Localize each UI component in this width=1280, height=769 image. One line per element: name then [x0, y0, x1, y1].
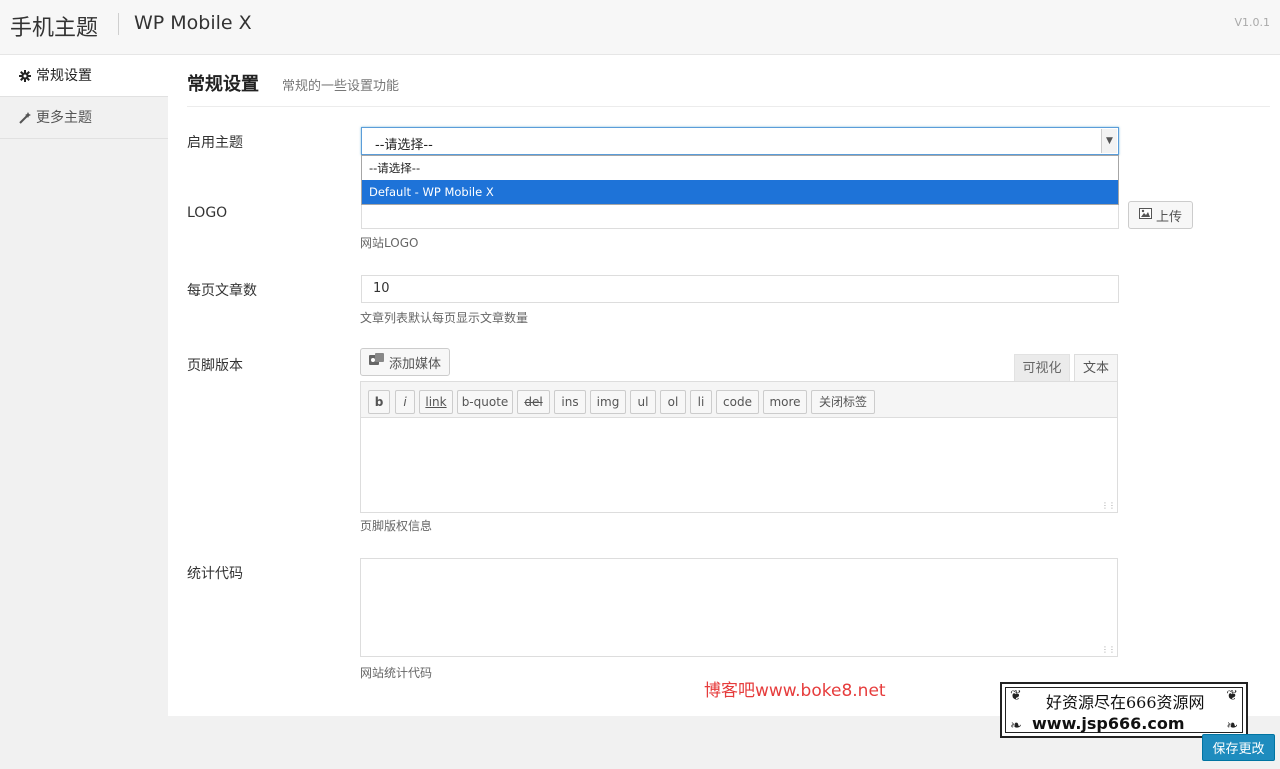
sidebar-item-more-themes[interactable]: 更多主题 [0, 97, 168, 139]
sidebar-item-general[interactable]: 常规设置 [0, 55, 168, 97]
settings-panel: 常规设置 常规的一些设置功能 启用主题 --请选择-- ▼ --请选择-- De… [168, 55, 1280, 716]
footer-help: 页脚版权信息 [360, 519, 433, 533]
watermark-badge: ❦ ❦ ❧ ❧ 好资源尽在666资源网 www.jsp666.com [1000, 682, 1248, 738]
quicktag-link-button[interactable]: link [419, 390, 453, 414]
ornament-icon: ❦ [1226, 688, 1238, 704]
logo-label: LOGO [187, 205, 228, 221]
chevron-down-icon[interactable]: ▼ [1101, 129, 1117, 153]
quicktag-more-button[interactable]: more [763, 390, 807, 414]
quicktag-img-button[interactable]: img [590, 390, 626, 414]
watermark-line-2: www.jsp666.com [1032, 714, 1185, 733]
save-changes-button[interactable]: 保存更改 [1202, 734, 1275, 761]
upload-button[interactable]: 上传 [1128, 201, 1193, 229]
quicktag-code-button[interactable]: code [716, 390, 759, 414]
footer-label: 页脚版本 [187, 358, 243, 374]
ornament-icon: ❧ [1010, 718, 1022, 734]
page-title: 常规设置 [187, 74, 259, 95]
theme-name: WP Mobile X [134, 12, 252, 34]
header-divider [118, 13, 119, 35]
theme-select-value: --请选择-- [375, 138, 433, 153]
app-title: 手机主题 [10, 16, 99, 41]
quicktag-bold-button[interactable]: b [368, 390, 390, 414]
media-icon [368, 353, 385, 371]
tab-visual[interactable]: 可视化 [1014, 354, 1070, 381]
stats-textarea[interactable]: ⋮⋮ [360, 558, 1118, 657]
tab-text[interactable]: 文本 [1074, 354, 1118, 381]
quicktag-bquote-button[interactable]: b-quote [457, 390, 513, 414]
quicktag-italic-button[interactable]: i [395, 390, 415, 414]
theme-label: 启用主题 [187, 135, 243, 151]
version-label: V1.0.1 [1234, 16, 1270, 29]
page-header: 常规设置 常规的一些设置功能 [187, 69, 1270, 107]
page-description: 常规的一些设置功能 [282, 79, 400, 94]
theme-select[interactable]: --请选择-- ▼ [361, 127, 1119, 155]
per-page-label: 每页文章数 [187, 283, 257, 299]
resize-handle-icon[interactable]: ⋮⋮ [1101, 501, 1116, 510]
quicktag-ul-button[interactable]: ul [630, 390, 656, 414]
ornament-icon: ❧ [1226, 718, 1238, 734]
image-icon [1138, 207, 1152, 223]
watermark-line-1: 好资源尽在666资源网 [1046, 693, 1205, 712]
sidebar-item-label: 常规设置 [36, 67, 92, 84]
top-header: 手机主题 WP Mobile X V1.0.1 [0, 0, 1280, 55]
quicktags-toolbar: b i link b-quote del ins img ul ol li co… [360, 381, 1118, 418]
quicktag-ins-button[interactable]: ins [554, 390, 586, 414]
wand-icon [18, 111, 32, 125]
stats-label: 统计代码 [187, 566, 243, 582]
logo-input[interactable] [361, 201, 1119, 229]
stats-help: 网站统计代码 [360, 666, 433, 680]
add-media-button[interactable]: 添加媒体 [360, 348, 450, 376]
theme-dropdown: --请选择-- Default - WP Mobile X [361, 155, 1119, 205]
logo-help: 网站LOGO [360, 236, 419, 250]
upload-button-label: 上传 [1155, 209, 1182, 225]
sidebar-item-label: 更多主题 [36, 109, 92, 126]
ornament-icon: ❦ [1010, 688, 1022, 704]
quicktag-close-tags-button[interactable]: 关闭标签 [811, 390, 875, 414]
sidebar: 常规设置 更多主题 [0, 55, 168, 769]
gear-icon [18, 69, 32, 83]
per-page-input[interactable]: 10 [361, 275, 1119, 303]
add-media-label: 添加媒体 [388, 356, 441, 372]
resize-handle-icon[interactable]: ⋮⋮ [1101, 645, 1116, 654]
quicktag-ol-button[interactable]: ol [660, 390, 686, 414]
quicktag-del-button[interactable]: del [517, 390, 550, 414]
watermark-text: 博客吧www.boke8.net [704, 681, 886, 701]
theme-option-highlighted[interactable]: Default - WP Mobile X [362, 180, 1118, 204]
footer-textarea[interactable]: ⋮⋮ [360, 417, 1118, 513]
quicktag-li-button[interactable]: li [690, 390, 712, 414]
theme-option[interactable]: --请选择-- [362, 156, 1118, 180]
per-page-help: 文章列表默认每页显示文章数量 [360, 311, 529, 325]
